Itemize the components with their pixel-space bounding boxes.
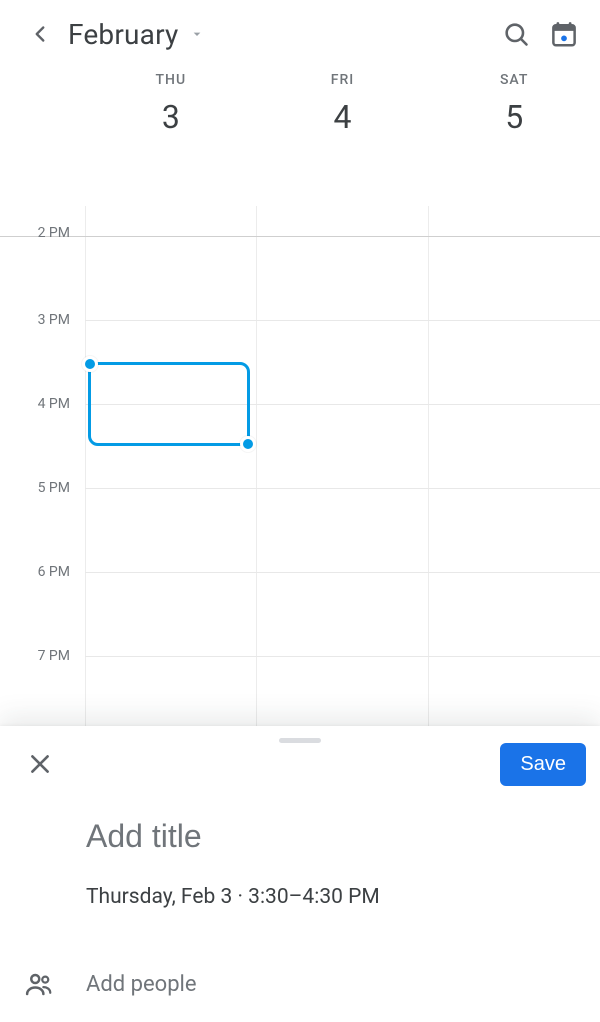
calendar-today-icon [549, 19, 579, 49]
event-time-text[interactable]: Thursday, Feb 3 · 3:30–4:30 PM [86, 885, 576, 909]
close-button[interactable] [22, 746, 58, 782]
people-icon [24, 969, 54, 999]
time-label: 2 PM [0, 225, 70, 241]
month-picker[interactable]: February [68, 18, 205, 51]
day-of-week-label: THU [156, 72, 187, 88]
time-label: 7 PM [0, 648, 70, 664]
day-header: THU 3 FRI 4 SAT 5 [0, 68, 600, 178]
resize-handle-end[interactable] [240, 436, 256, 452]
save-button[interactable]: Save [500, 743, 586, 786]
grid-hline [85, 572, 600, 573]
search-icon [502, 20, 530, 48]
app-bar: February [0, 0, 600, 68]
chevron-left-icon [27, 21, 53, 47]
day-of-month-label: 5 [505, 98, 523, 136]
time-label: 3 PM [0, 312, 70, 328]
time-label: 5 PM [0, 480, 70, 496]
time-label: 6 PM [0, 564, 70, 580]
today-button[interactable] [540, 10, 588, 58]
grid-hline [85, 656, 600, 657]
grid-hline [0, 236, 600, 237]
grid-hline [85, 488, 600, 489]
event-title-input[interactable] [86, 818, 576, 855]
add-people-row[interactable]: Add people [0, 960, 600, 1008]
new-event-block[interactable] [88, 362, 250, 446]
new-event-sheet: Save Thursday, Feb 3 · 3:30–4:30 PM Add … [0, 726, 600, 1022]
day-of-week-label: FRI [331, 72, 355, 88]
search-button[interactable] [492, 10, 540, 58]
day-column-fri[interactable]: FRI 4 [257, 68, 429, 177]
resize-handle-start[interactable] [82, 356, 98, 372]
day-of-week-label: SAT [500, 72, 528, 88]
day-of-month-label: 4 [334, 98, 352, 136]
back-button[interactable] [16, 10, 64, 58]
grid-hline [85, 320, 600, 321]
day-column-thu[interactable]: THU 3 [85, 68, 257, 177]
day-column-sat[interactable]: SAT 5 [428, 68, 600, 177]
day-of-month-label: 3 [162, 98, 180, 136]
close-icon [27, 751, 53, 777]
time-label: 4 PM [0, 396, 70, 412]
add-people-label: Add people [86, 972, 197, 997]
month-label: February [68, 18, 179, 51]
chevron-down-icon [189, 26, 205, 42]
